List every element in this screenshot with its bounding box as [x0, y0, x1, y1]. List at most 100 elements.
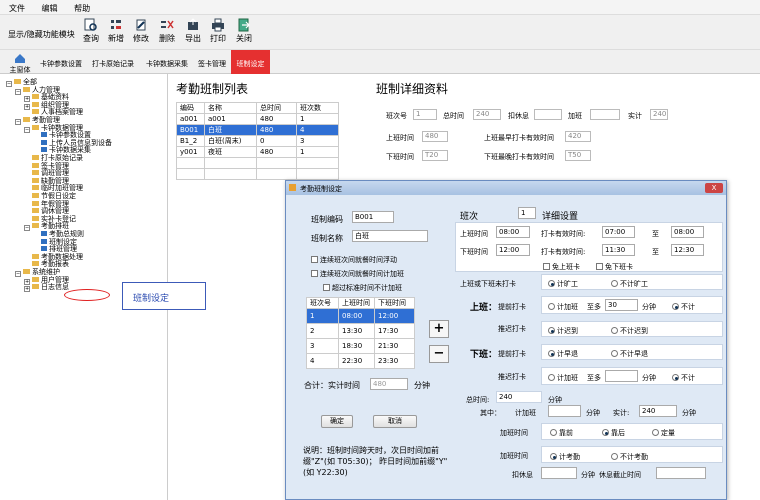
late-off-none-radio[interactable]: [672, 374, 679, 381]
table-row[interactable]: a001 a001 480 1: [176, 113, 339, 125]
table-row[interactable]: 4 22:30 23:30: [306, 353, 415, 369]
ot-post[interactable]: 靠后: [602, 428, 625, 438]
remove-shift-button[interactable]: −: [429, 345, 449, 363]
ot2-noatt-radio[interactable]: [611, 453, 618, 460]
tree-expander-icon[interactable]: −: [6, 81, 12, 87]
option-float[interactable]: 连续班次间就餐时间浮动: [311, 255, 397, 265]
free-on-checkbox[interactable]: [543, 263, 550, 270]
code-field[interactable]: B001: [352, 211, 394, 223]
late-on-count[interactable]: 计迟到: [548, 326, 578, 336]
work-absent-yes-radio[interactable]: [548, 280, 555, 287]
option-no-ot-checkbox[interactable]: [323, 284, 330, 291]
free-off-checkbox[interactable]: [596, 263, 603, 270]
late-on-none-radio[interactable]: [611, 327, 618, 334]
ot-fixed-radio[interactable]: [652, 429, 659, 436]
d-valid2-from[interactable]: 11:30: [602, 244, 635, 256]
cancel-button[interactable]: 取消: [373, 415, 417, 428]
free-off-option[interactable]: 免下班卡: [596, 262, 633, 272]
dialog-close-button[interactable]: X: [705, 183, 723, 193]
work-absent-no[interactable]: 不计旷工: [611, 279, 648, 289]
late-on-none[interactable]: 不计迟到: [611, 326, 648, 336]
tab-shift-settings[interactable]: 班制设定: [231, 50, 270, 74]
total-time-field[interactable]: 240: [496, 391, 542, 403]
tree-expander-icon[interactable]: +: [24, 286, 30, 293]
tree-node[interactable]: + 日志信息: [24, 282, 69, 293]
query-button[interactable]: 查询: [80, 18, 102, 44]
ot-post-radio[interactable]: [602, 429, 609, 436]
ot2-att-radio[interactable]: [550, 453, 557, 460]
early-on-ot[interactable]: 计加班: [548, 302, 578, 312]
late-on-count-radio[interactable]: [548, 327, 555, 334]
rest-end-field[interactable]: [656, 467, 706, 479]
early-off-none[interactable]: 不计早退: [611, 349, 648, 359]
off-time-field[interactable]: T20: [422, 150, 448, 161]
option-meal-ot[interactable]: 连续班次间就餐时间计加班: [311, 269, 404, 279]
ot2-noatt[interactable]: 不计考勤: [611, 452, 648, 462]
table-row[interactable]: 2 13:30 17:30: [306, 323, 415, 339]
tab-clock-collect[interactable]: 卡钟数据采集: [146, 59, 188, 69]
menu-edit[interactable]: 编辑: [28, 0, 58, 14]
delete-button[interactable]: 删除: [156, 18, 178, 44]
actual-field[interactable]: 240: [650, 109, 668, 120]
option-float-checkbox[interactable]: [311, 256, 318, 263]
tab-clock-params[interactable]: 卡钟参数设置: [40, 59, 82, 69]
late-off-ot[interactable]: 计加班: [548, 373, 578, 383]
tree-expander-icon[interactable]: −: [15, 271, 21, 277]
table-row[interactable]: B001 白班 480 4: [176, 124, 339, 136]
banci-head-field[interactable]: 1: [518, 207, 536, 219]
ot-pre-radio[interactable]: [550, 429, 557, 436]
late-off-ot-radio[interactable]: [548, 374, 555, 381]
late-valid-field[interactable]: T50: [565, 150, 591, 161]
work-absent-yes[interactable]: 计旷工: [548, 279, 578, 289]
early-on-ot-radio[interactable]: [548, 303, 555, 310]
table-row[interactable]: 3 18:30 21:30: [306, 338, 415, 354]
tree-expander-icon[interactable]: −: [24, 126, 30, 133]
menu-help[interactable]: 帮助: [60, 0, 90, 14]
close-button[interactable]: 关闭: [233, 18, 255, 44]
table-row[interactable]: y001 夜班 480 1: [176, 146, 339, 158]
free-on-option[interactable]: 免上班卡: [543, 262, 580, 272]
option-no-ot[interactable]: 超过标准时间不计加班: [323, 283, 402, 293]
rest-field[interactable]: [534, 109, 562, 120]
table-row[interactable]: B1_2 白班(周末) 0 3: [176, 135, 339, 147]
early-valid-field[interactable]: 420: [565, 131, 591, 142]
on-time-field[interactable]: 480: [422, 131, 448, 142]
early-on-none-radio[interactable]: [672, 303, 679, 310]
export-button[interactable]: 导出: [182, 18, 204, 44]
rest-deduct-field[interactable]: [541, 467, 577, 479]
menu-file[interactable]: 文件: [0, 0, 25, 14]
d-off-field[interactable]: 12:00: [496, 244, 530, 256]
late-off-minutes[interactable]: [605, 370, 638, 382]
edit-button[interactable]: 修改: [130, 18, 152, 44]
print-button[interactable]: 打印: [207, 18, 229, 44]
late-off-none[interactable]: 不计: [672, 373, 695, 383]
ot-field[interactable]: [590, 109, 620, 120]
early-off-count[interactable]: 计早退: [548, 349, 578, 359]
ot2-att[interactable]: 计考勤: [550, 452, 580, 462]
ot-pre[interactable]: 靠前: [550, 428, 573, 438]
d-valid1-to[interactable]: 08:00: [671, 226, 704, 238]
new-button[interactable]: 新增: [105, 18, 127, 44]
early-off-count-radio[interactable]: [548, 350, 555, 357]
early-on-none[interactable]: 不计: [672, 302, 695, 312]
early-on-minutes[interactable]: 30: [605, 299, 638, 311]
option-meal-ot-checkbox[interactable]: [311, 270, 318, 277]
banci-field[interactable]: 1: [413, 109, 437, 120]
name-field[interactable]: 白班: [352, 230, 428, 242]
early-off-none-radio[interactable]: [611, 350, 618, 357]
total-field[interactable]: 240: [473, 109, 501, 120]
ot-fixed[interactable]: 定量: [652, 428, 675, 438]
add-shift-button[interactable]: +: [429, 320, 449, 338]
tree-expander-icon[interactable]: −: [15, 119, 21, 125]
tree-expander-icon[interactable]: −: [15, 88, 21, 95]
d-valid1-from[interactable]: 07:00: [602, 226, 635, 238]
tab-sign-card[interactable]: 签卡管理: [198, 59, 226, 69]
tab-raw-punch[interactable]: 打卡原始记录: [92, 59, 134, 69]
d-valid2-to[interactable]: 12:30: [671, 244, 704, 256]
toggle-modules-button[interactable]: 显示/隐藏功能模块: [8, 29, 75, 40]
tree-expander-icon[interactable]: −: [24, 225, 30, 232]
dialog-total-field[interactable]: 480: [370, 378, 408, 390]
d-on-field[interactable]: 08:00: [496, 226, 530, 238]
home-button[interactable]: 主窗体: [8, 53, 32, 75]
ok-button[interactable]: 确定: [321, 415, 353, 428]
